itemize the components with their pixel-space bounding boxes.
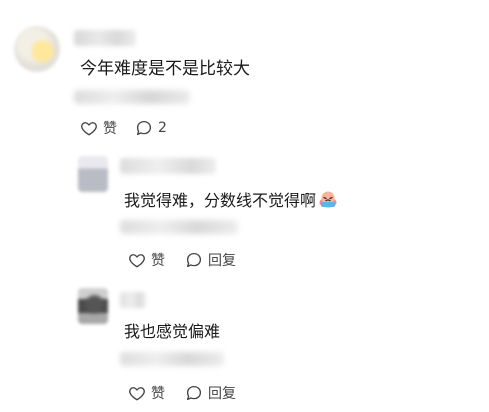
thumbs-up-icon — [128, 384, 146, 402]
like-label: 赞 — [103, 121, 117, 137]
reply-text: 我也感觉偏难 — [124, 322, 221, 341]
username-redacted[interactable] — [120, 292, 146, 308]
thumbs-up-icon — [128, 251, 146, 269]
like-button[interactable]: 赞 — [128, 383, 165, 403]
comment-actions: 赞 2 — [80, 118, 167, 138]
reply-meta-redacted — [120, 352, 224, 366]
comment-text: 今年难度是不是比较大 — [80, 59, 250, 79]
avatar[interactable] — [14, 26, 60, 72]
reply-button[interactable]: 回复 — [185, 250, 236, 270]
reply-label: 回复 — [208, 253, 236, 269]
reply-meta-redacted — [120, 220, 238, 234]
reply-text: 我觉得难，分数线不觉得啊 — [124, 191, 317, 210]
reply-count: 2 — [158, 120, 167, 136]
reply-count-button[interactable]: 2 — [135, 119, 167, 137]
crying-face-emoji — [318, 189, 338, 215]
like-button[interactable]: 赞 — [128, 250, 165, 270]
comment-bubble-icon — [185, 384, 203, 402]
reply-text-container: 我觉得难，分数线不觉得啊 — [124, 189, 338, 215]
thumbs-up-icon — [80, 119, 98, 137]
like-label: 赞 — [151, 386, 165, 402]
comment-bubble-icon — [135, 119, 153, 137]
username-redacted[interactable] — [74, 30, 136, 46]
reply-label: 回复 — [208, 386, 236, 402]
like-label: 赞 — [151, 253, 165, 269]
username-redacted[interactable] — [120, 158, 216, 174]
avatar[interactable] — [78, 156, 108, 192]
like-button[interactable]: 赞 — [80, 118, 117, 138]
comment-bubble-icon — [185, 251, 203, 269]
reply-actions: 赞 回复 — [128, 250, 236, 270]
avatar[interactable] — [78, 288, 108, 324]
reply-actions: 赞 回复 — [128, 383, 236, 403]
comment-meta-redacted — [74, 90, 190, 104]
reply-button[interactable]: 回复 — [185, 383, 236, 403]
